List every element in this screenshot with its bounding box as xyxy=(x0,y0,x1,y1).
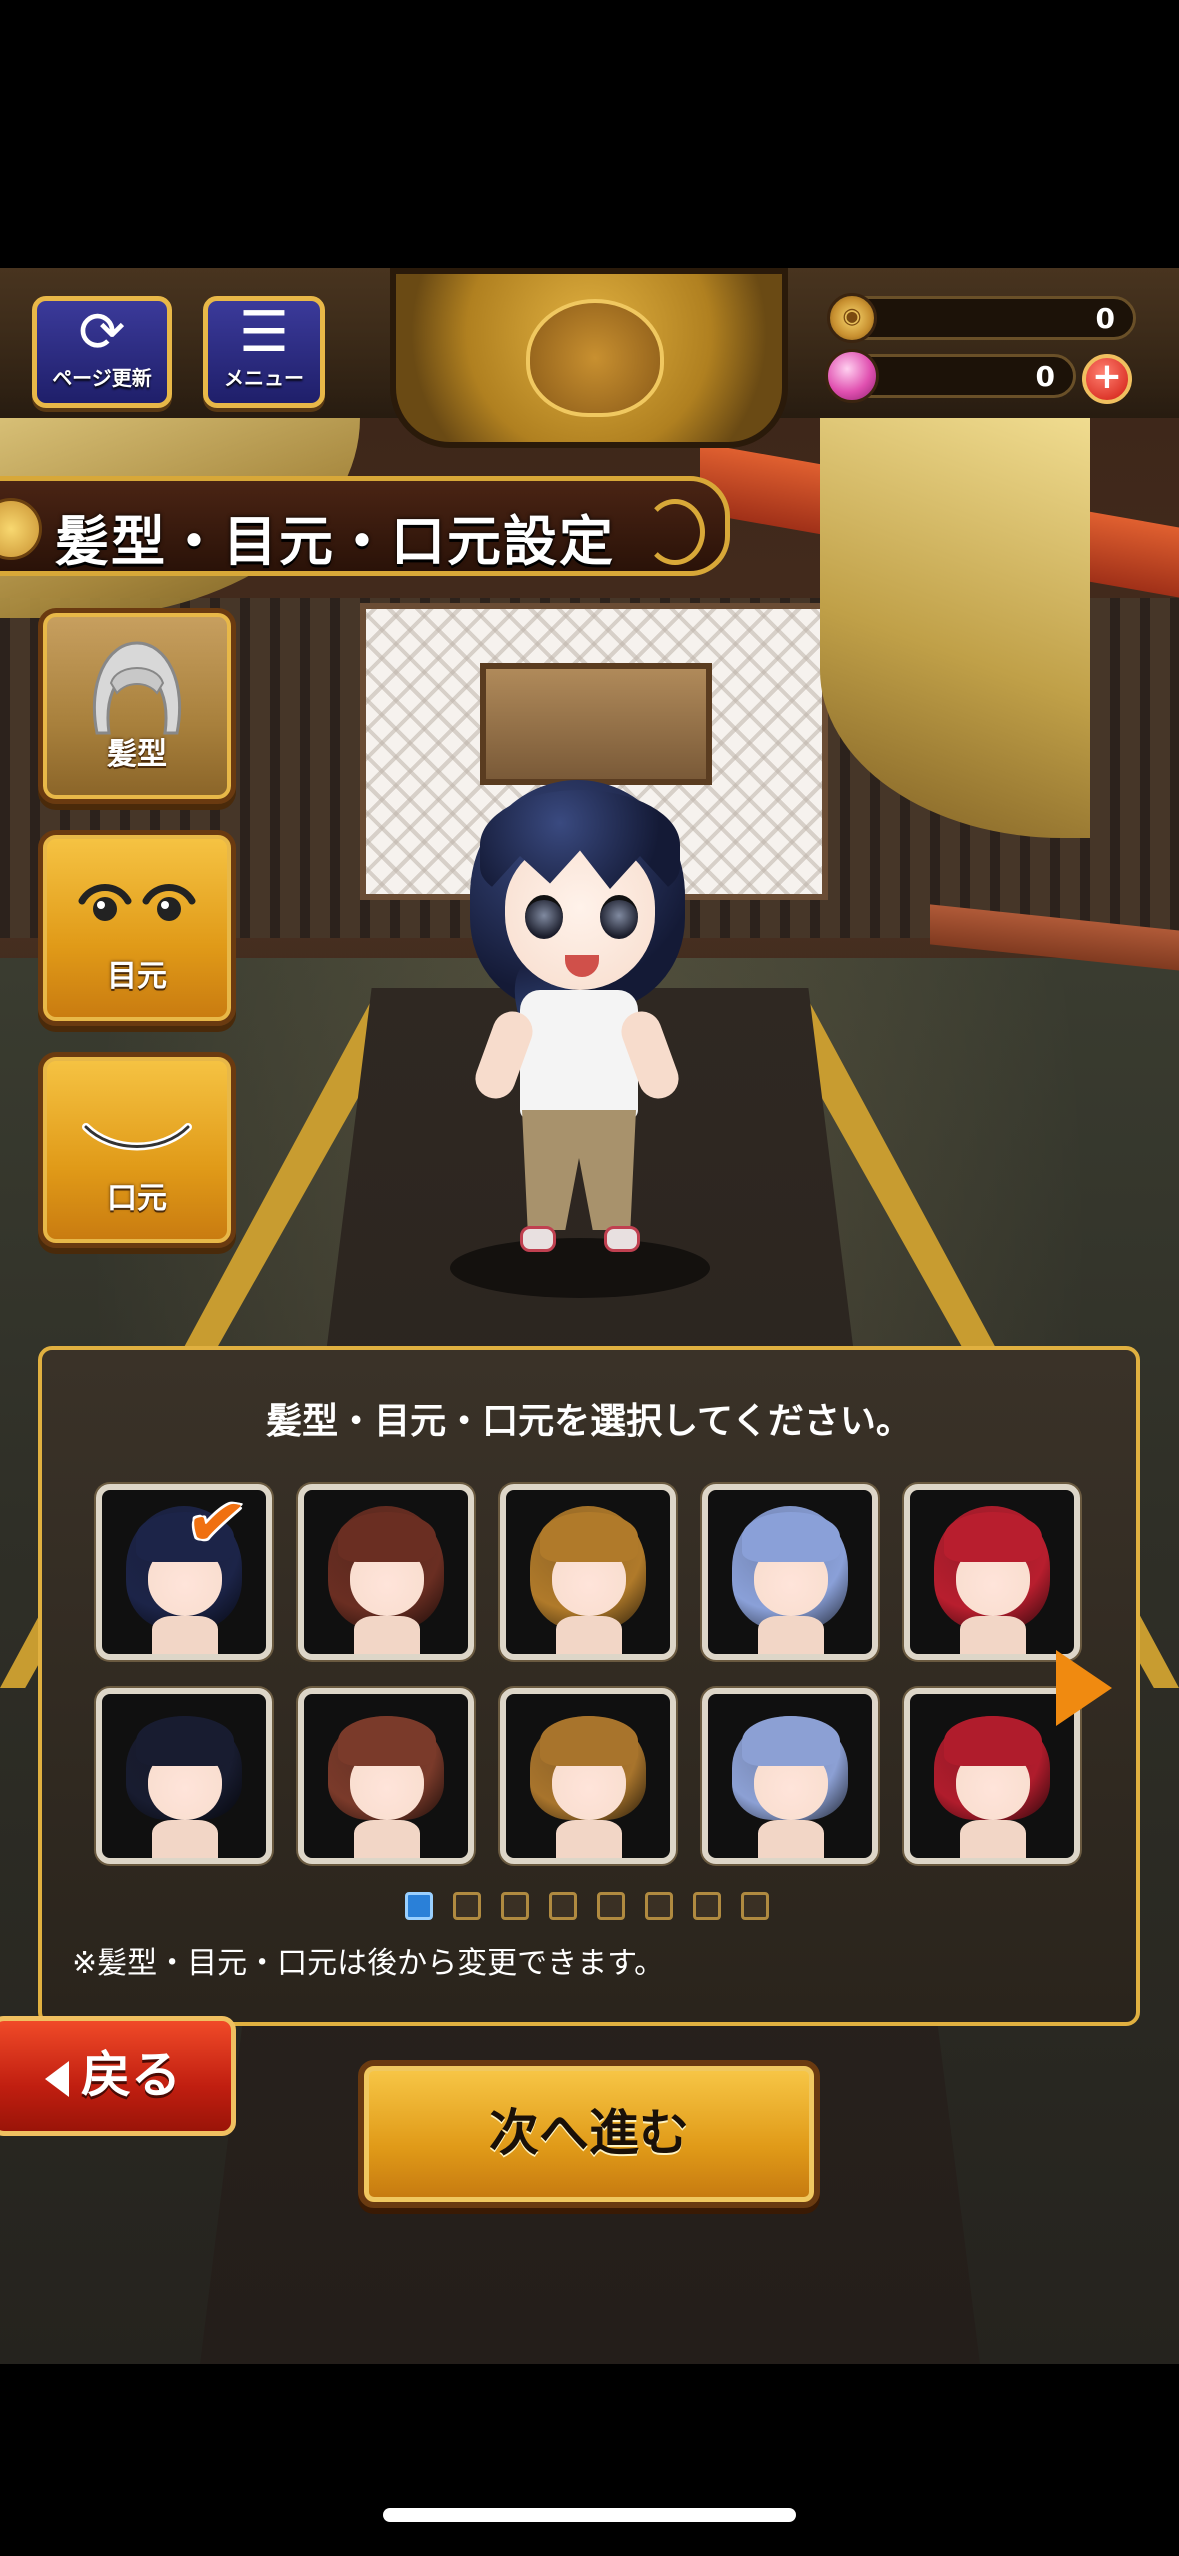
avatar-neck xyxy=(960,1616,1026,1654)
hair-bangs xyxy=(338,1512,436,1562)
page-title: 髪型・目元・口元設定 xyxy=(55,510,615,573)
hair-bangs xyxy=(944,1512,1042,1562)
home-indicator[interactable] xyxy=(383,2508,796,2522)
coin-value: 0 xyxy=(1095,302,1115,335)
page-dot[interactable] xyxy=(549,1892,577,1920)
tab-eyes[interactable]: 目元 xyxy=(38,830,236,1026)
tab-mouth[interactable]: 口元 xyxy=(38,1052,236,1248)
hair-option[interactable] xyxy=(702,1688,878,1864)
menu-icon: ☰ xyxy=(238,300,290,365)
swirl-ornament-icon xyxy=(645,499,705,565)
coin-counter: ◉ 0 xyxy=(827,293,1136,343)
hair-option[interactable] xyxy=(904,1688,1080,1864)
reload-label: ページ更新 xyxy=(52,366,152,390)
back-arrow-icon xyxy=(45,2060,69,2097)
title-banner: 髪型・目元・口元設定 xyxy=(0,476,730,576)
tab-hairstyle-label: 髪型 xyxy=(107,737,167,772)
character-left-eye xyxy=(525,895,563,939)
emblem-medallion xyxy=(390,268,788,448)
menu-label: メニュー xyxy=(224,366,304,390)
avatar-neck xyxy=(758,1820,824,1858)
coin-icon: ◉ xyxy=(827,293,877,343)
next-page-arrow[interactable] xyxy=(1056,1650,1112,1726)
gem-value: 0 xyxy=(1035,360,1055,393)
page-dot[interactable] xyxy=(693,1892,721,1920)
dragon-plaque xyxy=(480,663,712,785)
refresh-icon: ⟳ xyxy=(78,300,126,365)
avatar-neck xyxy=(556,1616,622,1654)
hair-bangs xyxy=(540,1512,638,1562)
character-shirt xyxy=(520,990,638,1120)
avatar-neck xyxy=(152,1616,218,1654)
hair-bangs xyxy=(742,1716,840,1766)
hair-icon xyxy=(92,641,182,735)
hair-option[interactable] xyxy=(904,1484,1080,1660)
page-indicator xyxy=(405,1892,789,1924)
page-dot[interactable] xyxy=(405,1892,433,1920)
hair-option[interactable] xyxy=(500,1688,676,1864)
hair-bangs xyxy=(136,1716,234,1766)
next-label: 次へ進む xyxy=(489,2104,689,2162)
hair-option[interactable] xyxy=(298,1688,474,1864)
tab-eyes-label: 目元 xyxy=(107,959,167,994)
hair-option[interactable] xyxy=(500,1484,676,1660)
character-right-shoe xyxy=(604,1226,640,1252)
avatar-neck xyxy=(758,1616,824,1654)
hair-bangs xyxy=(338,1716,436,1766)
back-label: 戻る xyxy=(81,2046,181,2104)
mouth-icon xyxy=(82,1123,192,1151)
page-dot[interactable] xyxy=(645,1892,673,1920)
avatar-neck xyxy=(354,1820,420,1858)
next-button[interactable]: 次へ進む xyxy=(358,2060,820,2208)
page-dot[interactable] xyxy=(501,1892,529,1920)
tab-hairstyle[interactable]: 髪型 xyxy=(38,608,236,804)
gem-icon xyxy=(825,349,879,403)
avatar-neck xyxy=(152,1820,218,1858)
hair-bangs xyxy=(540,1716,638,1766)
avatar-neck xyxy=(960,1820,1026,1858)
peach-emblem-icon xyxy=(526,299,664,417)
avatar-neck xyxy=(556,1820,622,1858)
hair-option[interactable] xyxy=(96,1688,272,1864)
add-gems-button[interactable]: + xyxy=(1082,354,1132,404)
character-right-eye xyxy=(600,895,638,939)
character-shadow xyxy=(450,1238,710,1298)
reload-button[interactable]: ⟳ ページ更新 xyxy=(32,296,172,408)
back-button[interactable]: 戻る xyxy=(0,2016,236,2136)
character-left-shoe xyxy=(520,1226,556,1252)
hair-option[interactable] xyxy=(298,1484,474,1660)
change-later-note: ※髪型・目元・口元は後から変更できます。 xyxy=(72,1946,665,1981)
hair-bangs xyxy=(742,1512,840,1562)
avatar-neck xyxy=(354,1616,420,1654)
selection-prompt: 髪型・目元・口元を選択してください。 xyxy=(266,1401,912,1442)
gem-counter: 0 xyxy=(825,349,1076,403)
hair-bangs xyxy=(944,1716,1042,1766)
tab-mouth-label: 口元 xyxy=(107,1181,167,1216)
page-dot[interactable] xyxy=(741,1892,769,1920)
menu-button[interactable]: ☰ メニュー xyxy=(203,296,325,408)
page-dot[interactable] xyxy=(597,1892,625,1920)
selected-check-icon: ✔ xyxy=(180,1476,252,1568)
selection-panel: 髪型・目元・口元を選択してください。 xyxy=(38,1346,1140,2026)
page-dot[interactable] xyxy=(453,1892,481,1920)
eyes-icon xyxy=(78,884,196,921)
hair-option[interactable] xyxy=(702,1484,878,1660)
